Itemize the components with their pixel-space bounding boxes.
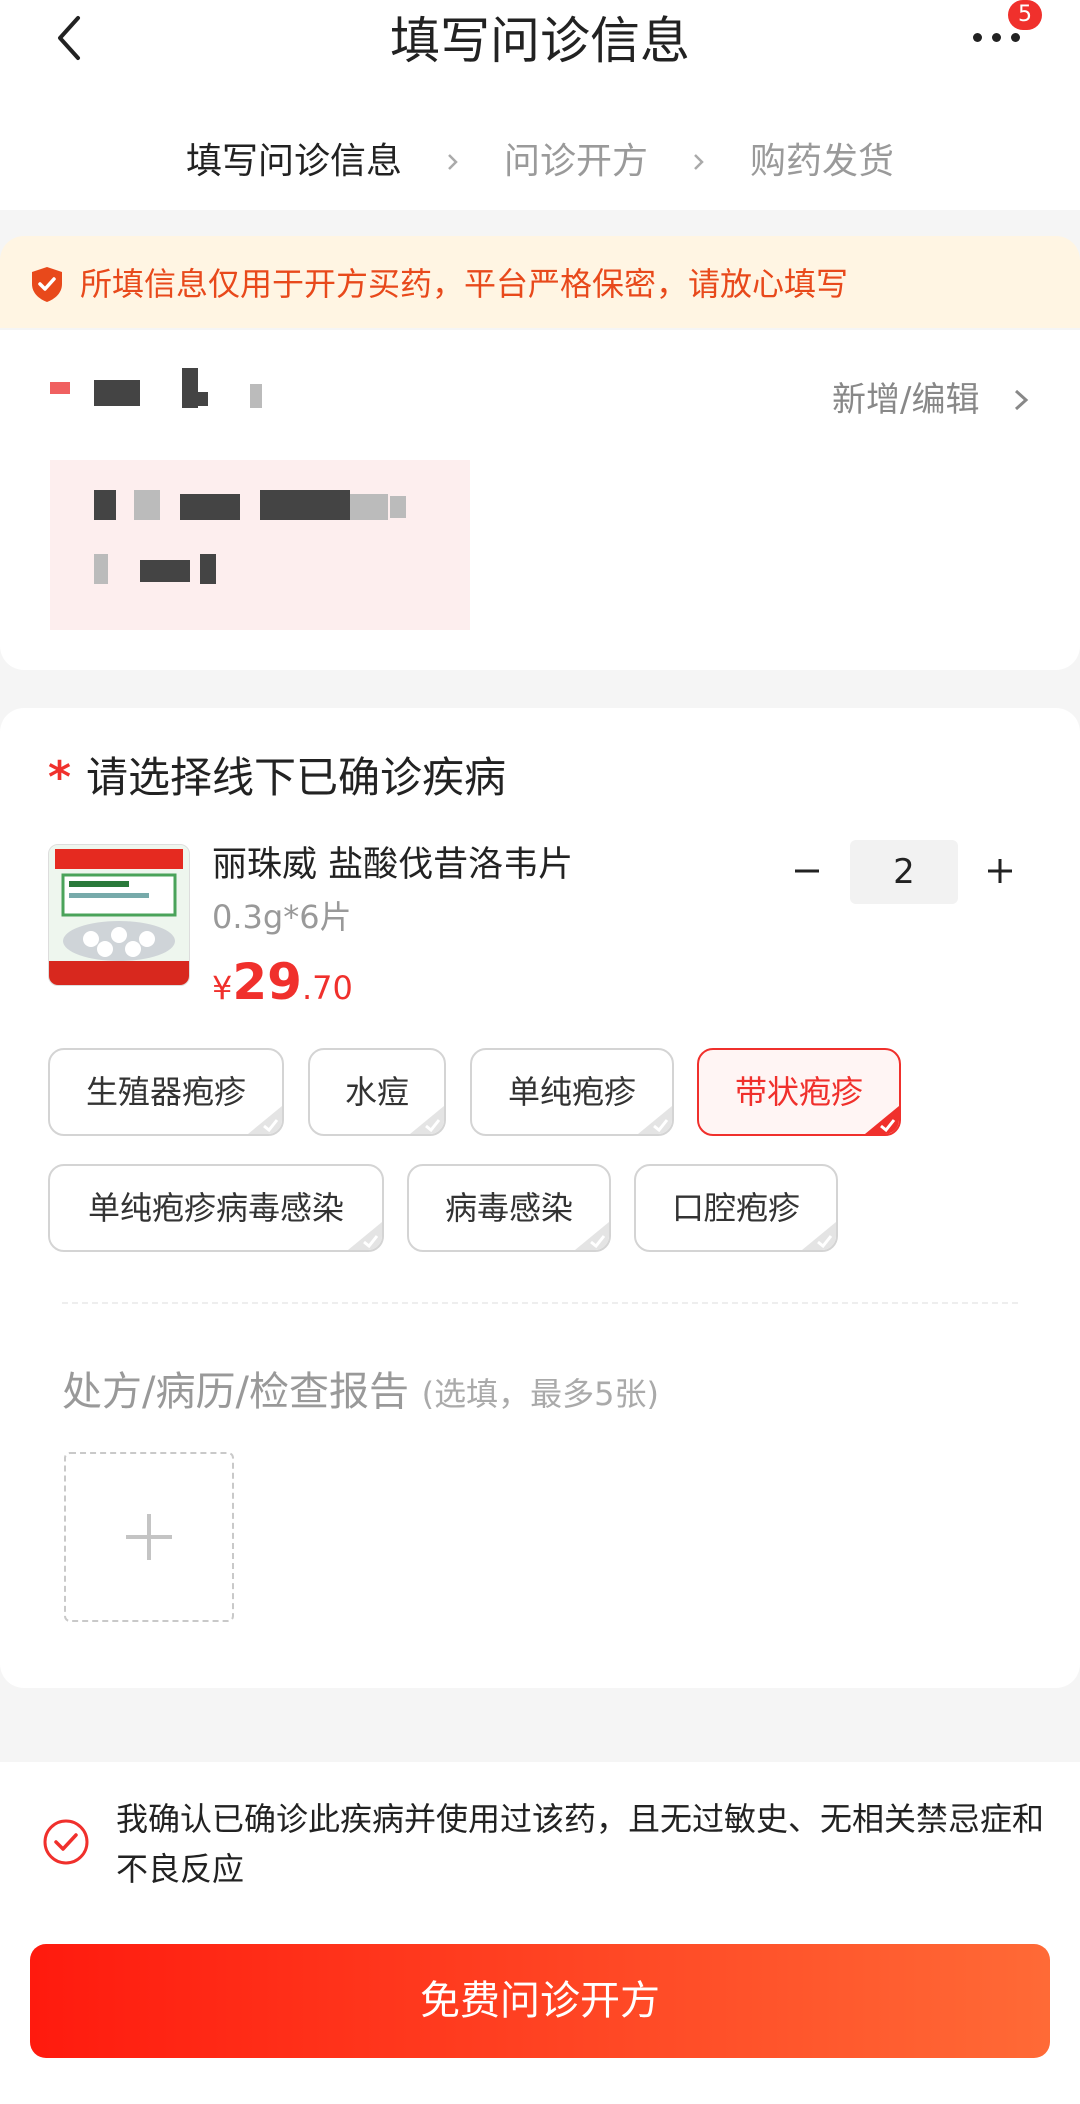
plus-icon bbox=[126, 1514, 172, 1560]
disease-tag[interactable]: 水痘 bbox=[308, 1048, 446, 1136]
upload-title-text: 处方/病历/检查报告 bbox=[62, 1369, 409, 1415]
step-ship: 购药发货 bbox=[750, 141, 895, 182]
price-currency: ¥ bbox=[212, 969, 233, 1007]
tag-label: 水痘 bbox=[344, 1073, 409, 1111]
product-spec: 0.3g*6片 bbox=[212, 898, 352, 936]
disease-tag[interactable]: 病毒感染 bbox=[407, 1164, 611, 1252]
confirm-statement[interactable]: 我确认已确诊此疾病并使用过该药，且无过敏史、无相关禁忌症和不良反应 bbox=[116, 1794, 1046, 1894]
check-corner-icon bbox=[248, 1106, 282, 1134]
disease-tag[interactable]: 单纯疱疹病毒感染 bbox=[48, 1164, 384, 1252]
product-price: ¥29.70 bbox=[212, 952, 353, 1024]
upload-hint: (选填，最多5张) bbox=[421, 1375, 660, 1413]
quantity-value[interactable]: 2 bbox=[850, 840, 958, 904]
disease-tag[interactable]: 生殖器疱疹 bbox=[48, 1048, 284, 1136]
tag-label: 病毒感染 bbox=[444, 1189, 573, 1227]
product-name: 丽珠威 盐酸伐昔洛韦片 bbox=[212, 845, 574, 885]
check-corner-icon bbox=[575, 1222, 609, 1250]
tag-label: 口腔疱疹 bbox=[671, 1189, 800, 1227]
check-corner-icon bbox=[638, 1106, 672, 1134]
check-corner-icon bbox=[410, 1106, 444, 1134]
notification-badge: 5 bbox=[1008, 0, 1042, 30]
disease-tag[interactable]: 口腔疱疹 bbox=[634, 1164, 838, 1252]
tag-label: 单纯疱疹病毒感染 bbox=[87, 1189, 344, 1227]
chevron-right-icon bbox=[448, 154, 458, 170]
shield-icon bbox=[32, 267, 62, 302]
plus-icon[interactable] bbox=[985, 856, 1015, 886]
checkbox-checked-icon[interactable] bbox=[42, 1818, 90, 1866]
add-edit-link[interactable]: 新增/编辑 bbox=[832, 374, 979, 426]
step-prescribe: 问诊开方 bbox=[503, 141, 648, 182]
patient-details-redacted bbox=[50, 460, 470, 630]
price-integer: 29 bbox=[232, 953, 302, 1011]
product-image bbox=[48, 844, 190, 986]
tag-label: 生殖器疱疹 bbox=[85, 1073, 246, 1111]
disease-tag-selected[interactable]: 带状疱疹 bbox=[697, 1048, 901, 1136]
disease-tag[interactable]: 单纯疱疹 bbox=[470, 1048, 674, 1136]
chevron-right-icon bbox=[694, 154, 704, 170]
progress-steps: 填写问诊信息 问诊开方 购药发货 bbox=[0, 132, 1080, 192]
privacy-notice-text: 所填信息仅用于开方买药，平台严格保密，请放心填写 bbox=[80, 265, 849, 303]
page-title: 填写问诊信息 bbox=[390, 12, 690, 70]
submit-consultation-button[interactable]: 免费问诊开方 bbox=[30, 1944, 1050, 2058]
minus-icon[interactable] bbox=[792, 856, 822, 886]
disease-section-title: 请选择线下已确诊疾病 bbox=[86, 753, 507, 802]
check-corner-icon bbox=[865, 1106, 899, 1134]
tag-label: 单纯疱疹 bbox=[507, 1073, 636, 1111]
tag-label: 带状疱疹 bbox=[734, 1073, 863, 1111]
price-decimal: .70 bbox=[301, 969, 353, 1007]
required-asterisk: * bbox=[48, 752, 72, 803]
upload-section-title: 处方/病历/检查报告 (选填，最多5张) bbox=[62, 1362, 659, 1424]
section-divider bbox=[62, 1302, 1018, 1304]
check-corner-icon bbox=[348, 1222, 382, 1250]
chevron-right-icon[interactable] bbox=[1010, 388, 1032, 412]
check-corner-icon bbox=[802, 1222, 836, 1250]
step-fill-info: 填写问诊信息 bbox=[185, 141, 402, 182]
